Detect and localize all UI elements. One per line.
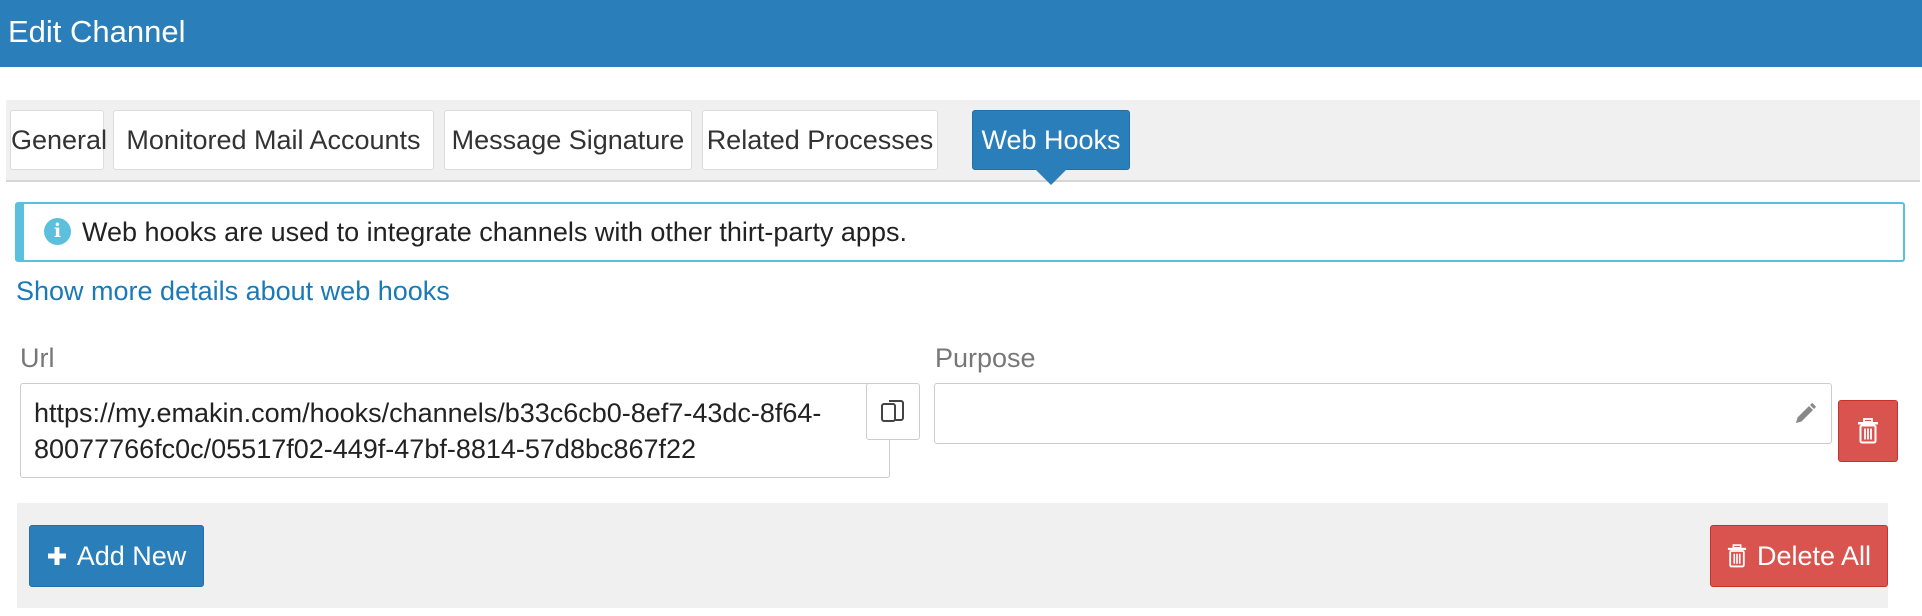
delete-webhook-button[interactable]: [1838, 400, 1898, 462]
url-field[interactable]: https://my.emakin.com/hooks/channels/b33…: [20, 383, 890, 478]
tab-monitored-mail-accounts[interactable]: Monitored Mail Accounts: [113, 110, 434, 170]
add-new-button[interactable]: Add New: [29, 525, 204, 587]
delete-all-button[interactable]: Delete All: [1710, 525, 1888, 587]
page-title: Edit Channel: [0, 0, 1922, 67]
pencil-icon[interactable]: [1793, 402, 1817, 426]
footer-bar: Add New Delete All: [17, 503, 1888, 608]
copy-icon: [881, 399, 904, 422]
info-alert: i Web hooks are used to integrate channe…: [15, 202, 1905, 262]
active-tab-caret: [1035, 169, 1067, 185]
purpose-input[interactable]: [945, 392, 1785, 434]
delete-all-label: Delete All: [1756, 540, 1872, 571]
info-icon: i: [44, 218, 71, 245]
web-hooks-details-link[interactable]: Show more details about web hooks: [16, 276, 450, 307]
info-alert-text: Web hooks are used to integrate channels…: [82, 217, 907, 247]
tab-related-processes[interactable]: Related Processes: [702, 110, 938, 170]
url-value: https://my.emakin.com/hooks/channels/b33…: [34, 398, 822, 464]
tab-message-signature[interactable]: Message Signature: [444, 110, 692, 170]
tab-web-hooks-label: Web Hooks: [981, 125, 1121, 155]
tab-bar: General Monitored Mail Accounts Message …: [6, 100, 1920, 185]
tab-general[interactable]: General: [10, 110, 107, 170]
plus-icon: [47, 547, 66, 565]
url-label: Url: [20, 343, 55, 373]
purpose-field[interactable]: [934, 383, 1832, 444]
tab-web-hooks[interactable]: Web Hooks: [972, 110, 1130, 185]
trash-icon: [1727, 544, 1747, 568]
copy-url-button[interactable]: [866, 383, 920, 440]
trash-icon: [1858, 418, 1878, 444]
add-new-label: Add New: [76, 540, 187, 571]
purpose-label: Purpose: [935, 343, 1036, 373]
